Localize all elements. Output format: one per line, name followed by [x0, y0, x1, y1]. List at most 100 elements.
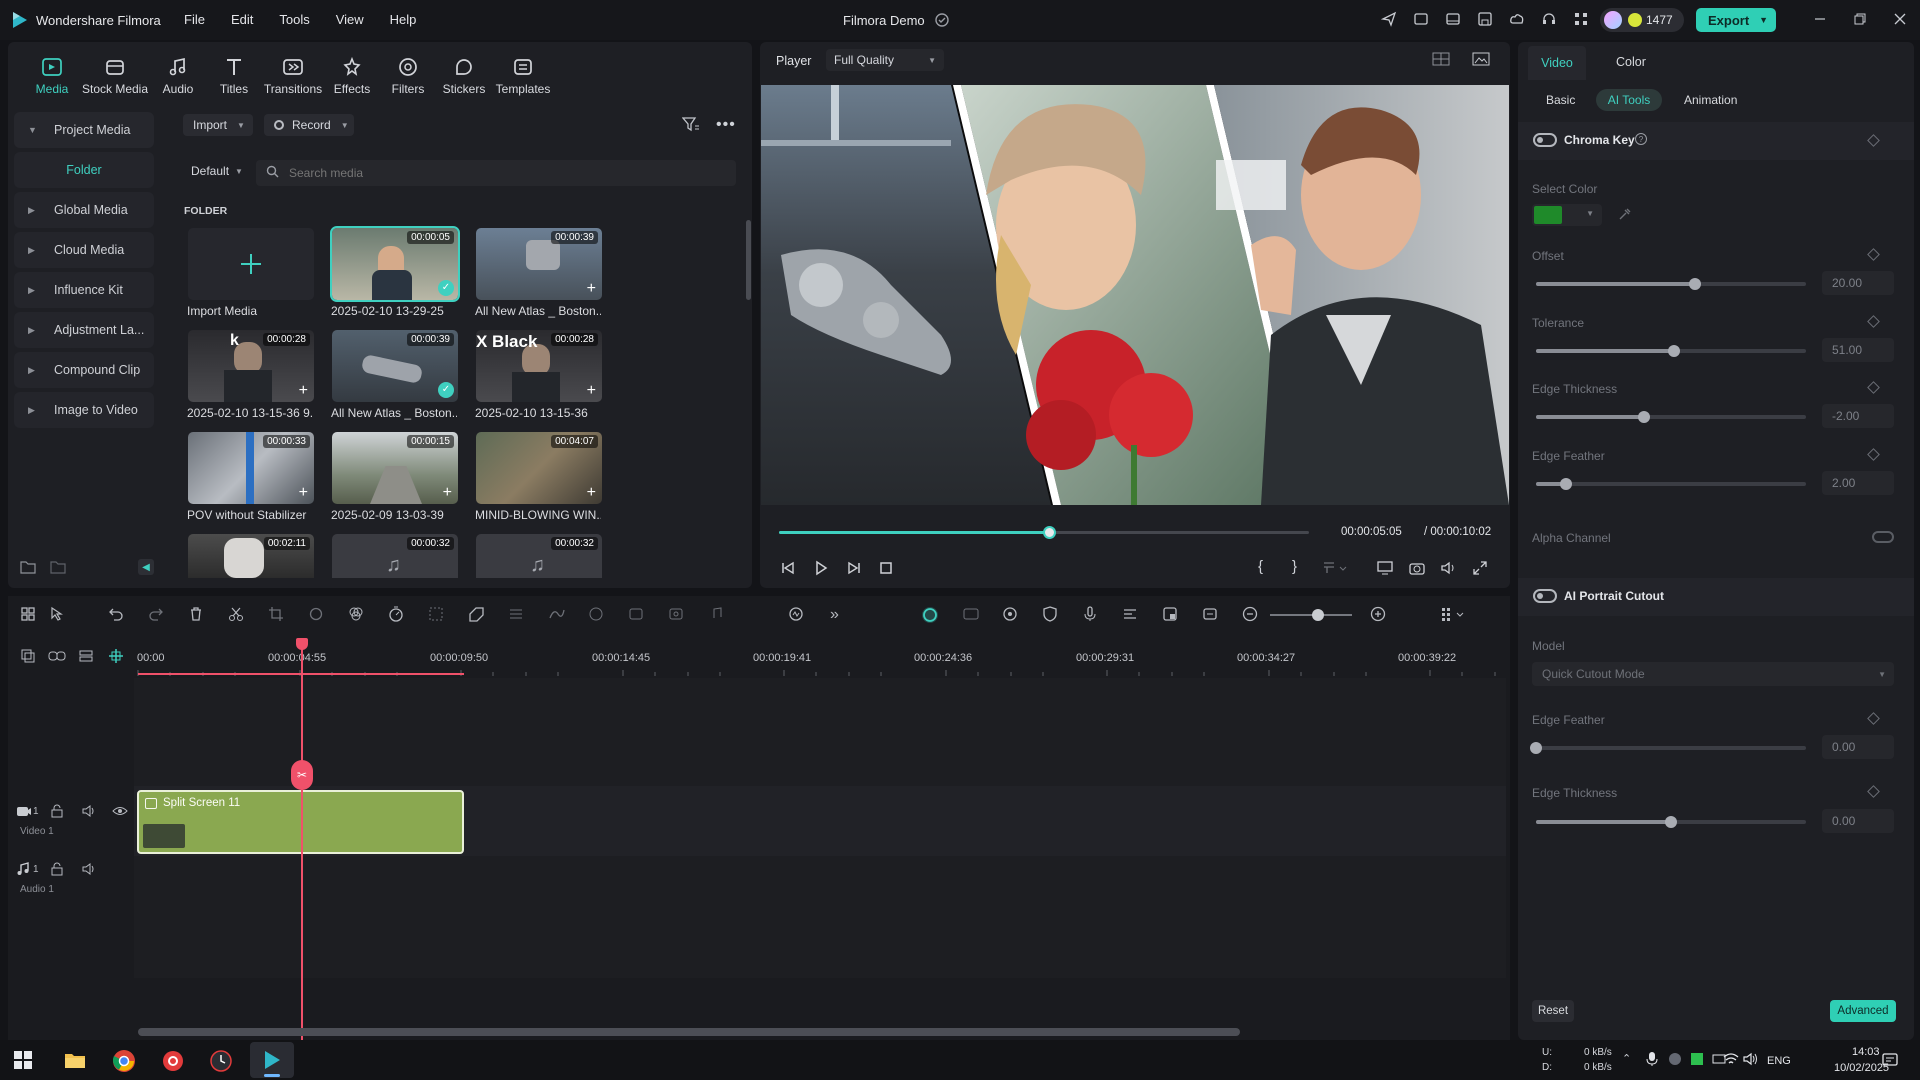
- offset-value[interactable]: 20.00: [1822, 271, 1894, 295]
- edge-thickness-value[interactable]: -2.00: [1822, 404, 1894, 428]
- media-thumb[interactable]: 00:00:39 +: [476, 228, 602, 300]
- overlay-icon[interactable]: [1162, 606, 1178, 625]
- menu-view[interactable]: View: [336, 12, 364, 27]
- tab-media[interactable]: Media: [24, 56, 80, 96]
- sidebar-item-adjustment-layer[interactable]: ▶ Adjustment La...: [14, 312, 154, 348]
- tab-effects[interactable]: Effects: [324, 56, 380, 96]
- media-scrollbar[interactable]: [746, 220, 751, 300]
- fullscreen-icon[interactable]: [1472, 560, 1488, 576]
- green-tray-icon[interactable]: [1690, 1052, 1704, 1066]
- tolerance-value[interactable]: 51.00: [1822, 338, 1894, 362]
- freeze-icon[interactable]: [668, 606, 684, 625]
- minimize-icon[interactable]: [1812, 11, 1828, 27]
- snap-icon[interactable]: [108, 648, 124, 664]
- wifi-icon[interactable]: [1722, 1051, 1740, 1067]
- lock-icon[interactable]: [50, 862, 64, 876]
- volume-tray-icon[interactable]: [1742, 1051, 1760, 1067]
- sidebar-item-global-media[interactable]: ▶ Global Media: [14, 192, 154, 228]
- model-dropdown[interactable]: Quick Cutout Mode ▼: [1532, 662, 1894, 686]
- rotate-icon[interactable]: [308, 606, 324, 625]
- select-tool-icon[interactable]: [50, 606, 68, 625]
- restore-icon[interactable]: [1852, 11, 1868, 27]
- search-bar[interactable]: [256, 160, 736, 186]
- shield-icon[interactable]: [1042, 606, 1058, 625]
- grid-view-icon[interactable]: [1432, 52, 1450, 66]
- picture-in-picture-icon[interactable]: [962, 606, 980, 625]
- clock-time[interactable]: 14:03: [1852, 1046, 1880, 1058]
- language-indicator[interactable]: ENG: [1767, 1055, 1791, 1067]
- adjust-icon[interactable]: [508, 606, 524, 625]
- media-thumb[interactable]: k 00:00:28 +: [188, 330, 314, 402]
- display-icon[interactable]: [1376, 560, 1394, 576]
- microphone-icon[interactable]: [1082, 606, 1098, 625]
- offset-slider[interactable]: [1536, 278, 1806, 290]
- marker-icon[interactable]: [1322, 560, 1348, 576]
- slider-knob[interactable]: [1312, 609, 1324, 621]
- play-icon[interactable]: [813, 560, 829, 576]
- slider-knob[interactable]: [1667, 345, 1680, 357]
- color-icon[interactable]: [348, 606, 364, 625]
- collapse-sidebar-icon[interactable]: ◀: [138, 559, 154, 575]
- color-picker[interactable]: ▼: [1532, 204, 1602, 226]
- reset-button[interactable]: Reset: [1532, 1000, 1574, 1022]
- speaker-icon[interactable]: [82, 804, 96, 818]
- player-progress[interactable]: [779, 526, 1309, 539]
- recorder-icon[interactable]: [162, 1050, 184, 1072]
- mark-out-icon[interactable]: }: [1292, 558, 1297, 575]
- tab-stock-media[interactable]: Stock Media: [80, 56, 150, 96]
- tolerance-slider[interactable]: [1536, 345, 1806, 357]
- menu-edit[interactable]: Edit: [231, 12, 253, 27]
- add-icon[interactable]: +: [587, 484, 596, 502]
- crop-icon[interactable]: [268, 606, 284, 625]
- tab-templates[interactable]: Templates: [492, 56, 554, 96]
- search-input[interactable]: [289, 166, 709, 180]
- media-thumb[interactable]: 00:04:07 +: [476, 432, 602, 504]
- ai-audio-icon[interactable]: [788, 606, 806, 625]
- add-icon[interactable]: +: [587, 382, 596, 400]
- filter-icon[interactable]: [682, 116, 700, 132]
- speaker-icon[interactable]: [82, 862, 96, 876]
- eyedropper-icon[interactable]: [1618, 207, 1632, 221]
- chroma-key-toggle[interactable]: [1533, 133, 1557, 147]
- lock-icon[interactable]: [50, 804, 64, 818]
- tab-transitions[interactable]: Transitions: [262, 56, 324, 96]
- cloud-check-icon[interactable]: [934, 12, 950, 28]
- link-icon[interactable]: [48, 648, 66, 664]
- close-icon[interactable]: [1892, 11, 1908, 27]
- redo-icon[interactable]: [148, 606, 164, 625]
- add-icon[interactable]: +: [299, 484, 308, 502]
- save-icon[interactable]: [1477, 11, 1493, 27]
- timeline-scrollbar[interactable]: [138, 1028, 1240, 1036]
- snapshot-view-icon[interactable]: [1472, 52, 1490, 66]
- add-icon[interactable]: +: [299, 382, 308, 400]
- layout-grid-icon[interactable]: [20, 606, 36, 625]
- chrome-icon[interactable]: [112, 1049, 136, 1073]
- edge-thickness-slider[interactable]: [1536, 411, 1806, 423]
- more-tools-icon[interactable]: »: [830, 606, 839, 624]
- prev-frame-icon[interactable]: [780, 560, 796, 576]
- edge-feather-slider[interactable]: [1536, 478, 1806, 490]
- mic-tray-icon[interactable]: [1645, 1051, 1659, 1067]
- zoom-in-icon[interactable]: [1370, 606, 1386, 625]
- credits-badge[interactable]: 1477: [1600, 8, 1684, 32]
- mask-icon[interactable]: [468, 606, 486, 625]
- split-icon[interactable]: [228, 606, 244, 625]
- ai-icon[interactable]: [588, 606, 604, 625]
- tab-stickers[interactable]: Stickers: [436, 56, 492, 96]
- clock-app-icon[interactable]: [210, 1050, 232, 1072]
- delete-icon[interactable]: [188, 606, 204, 625]
- ai-portrait-toggle[interactable]: [1533, 589, 1557, 603]
- subtab-ai-tools[interactable]: AI Tools: [1596, 89, 1662, 111]
- more-icon[interactable]: •••: [716, 116, 736, 134]
- next-frame-icon[interactable]: [846, 560, 862, 576]
- media-thumb[interactable]: 00:00:32 ♫: [332, 534, 458, 578]
- zoom-slider[interactable]: [1270, 609, 1352, 621]
- track-manager-icon[interactable]: [78, 648, 94, 664]
- sidebar-item-image-to-video[interactable]: ▶ Image to Video: [14, 392, 154, 428]
- render-icon[interactable]: [1002, 606, 1018, 625]
- edge-feather2-slider[interactable]: [1530, 742, 1806, 754]
- media-thumb[interactable]: 00:02:11: [188, 534, 314, 578]
- tab-titles[interactable]: Titles: [206, 56, 262, 96]
- menu-tools[interactable]: Tools: [279, 12, 309, 27]
- filmora-taskbar-button[interactable]: [250, 1042, 294, 1078]
